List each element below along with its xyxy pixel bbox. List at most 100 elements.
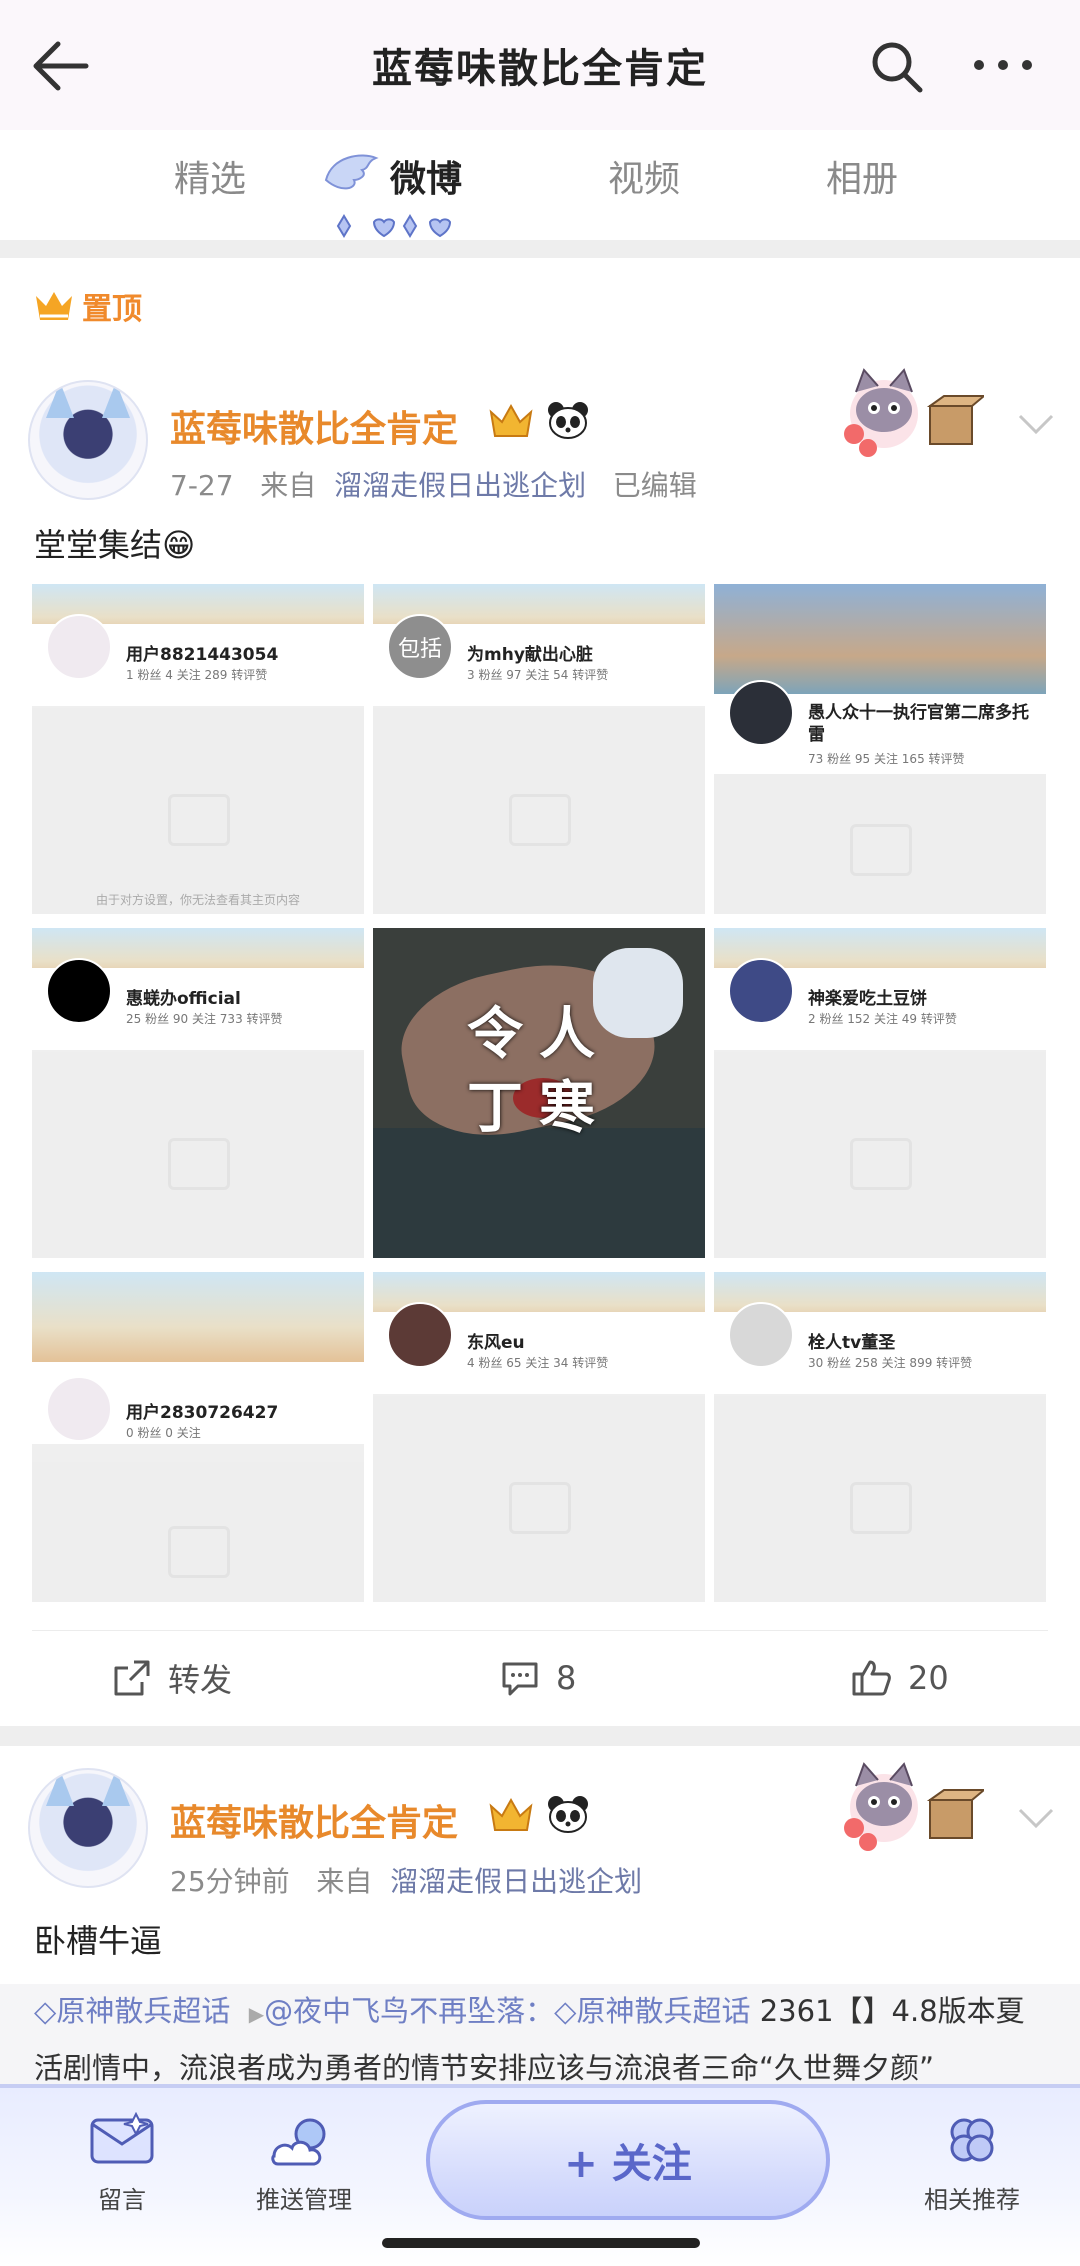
cell-username: 用户8821443054 (126, 645, 279, 665)
repost-button[interactable]: 转发 (112, 1648, 232, 1708)
cell-avatar (46, 958, 112, 1024)
placeholder-icon (850, 1138, 912, 1190)
cell-username: 愚人众十一执行官第二席多托雷 (808, 703, 1029, 745)
tab-albums[interactable]: 相册 (826, 150, 898, 202)
cell-note: 由于对方设置，你无法查看其主页内容 (95, 893, 300, 907)
like-button[interactable]: 20 (850, 1648, 949, 1708)
comment-icon (502, 1662, 538, 1696)
caption-line-2: 丁寒 (467, 1076, 611, 1141)
weather-cloud-icon (271, 2118, 326, 2166)
like-count: 20 (908, 1659, 949, 1697)
message-button[interactable]: 留言 (72, 2111, 172, 2215)
wing-icon (322, 150, 380, 200)
repost-user-link[interactable]: @夜中飞鸟不再坠落： (264, 1994, 554, 2028)
comment-count: 8 (556, 1659, 577, 1697)
cell-avatar (387, 1302, 453, 1368)
chevron-down-icon[interactable] (1016, 412, 1056, 436)
placeholder-icon (509, 1482, 571, 1534)
post-source[interactable]: 溜溜走假日出逃企划 (390, 1865, 642, 1898)
image-caption: 令人 丁寒 (373, 998, 705, 1146)
cell-avatar: 包括 (387, 614, 453, 680)
cat-sticker-icon (844, 1762, 984, 1851)
cell-avatar (728, 958, 794, 1024)
panda-icon (548, 1796, 588, 1833)
post-source[interactable]: 溜溜走假日出逃企划 (334, 469, 586, 502)
post-meta: 7-27 来自 溜溜走假日出逃企划 已编辑 (170, 464, 697, 504)
cell-username: 栓人tv董圣 (808, 1333, 896, 1353)
grid-image[interactable]: 神楽爱吃土豆饼 2 粉丝 152 关注 49 转评赞 (714, 928, 1046, 1258)
home-indicator[interactable] (382, 2238, 700, 2248)
cell-avatar (728, 680, 794, 746)
placeholder-icon (168, 794, 230, 846)
cell-stats: 73 粉丝 95 关注 165 转评赞 (808, 752, 965, 766)
related-recommendations-button[interactable]: 相关推荐 (904, 2112, 1040, 2215)
cell-stats: 1 粉丝 4 关注 289 转评赞 (126, 668, 268, 682)
comment-button[interactable]: 8 (500, 1648, 576, 1708)
search-icon[interactable] (868, 38, 924, 94)
cell-username: 神楽爱吃土豆饼 (808, 989, 927, 1009)
grid-image[interactable]: 惠蜣办official 25 粉丝 90 关注 733 转评赞 (32, 928, 364, 1258)
super-topic-link[interactable]: 原神散兵超话 (576, 1994, 750, 2028)
more-options-icon[interactable] (968, 40, 1038, 90)
cell-stats: 25 粉丝 90 关注 733 转评赞 (126, 1012, 283, 1026)
cell-stats: 30 粉丝 258 关注 899 转评赞 (808, 1356, 973, 1370)
thumbs-up-icon (852, 1660, 891, 1696)
placeholder-icon (509, 794, 571, 846)
post-author[interactable]: 蓝莓味散比全肯定 (170, 1794, 458, 1846)
placeholder-icon (850, 1482, 912, 1534)
crown-icon (36, 292, 72, 320)
grid-image[interactable]: 用户2830726427 0 粉丝 0 关注 (32, 1272, 364, 1602)
placeholder-icon (168, 1526, 230, 1578)
post-meta: 25分钟前 来自 溜溜走假日出逃企划 (170, 1860, 642, 1900)
cell-username: 东风eu (467, 1333, 525, 1353)
repost-content[interactable]: ◇原神散兵超话 ▶@夜中飞鸟不再坠落：◇原神散兵超话 2361【】4.8版本夏活… (0, 1984, 1080, 2094)
section-divider (0, 240, 1080, 258)
post-from-label: 来自 (260, 469, 317, 502)
chevron-down-icon[interactable] (1016, 1806, 1056, 1830)
vip-crown-icon (489, 1797, 533, 1831)
grid-image[interactable]: 令人 丁寒 (373, 928, 705, 1258)
repost-label: 转发 (168, 1661, 233, 1699)
caption-line-1: 令人 (467, 1002, 611, 1067)
post-author[interactable]: 蓝莓味散比全肯定 (170, 400, 458, 452)
follow-button[interactable]: + 关注 (426, 2100, 830, 2220)
avatar[interactable] (28, 380, 148, 500)
post-time: 25分钟前 (170, 1865, 290, 1898)
tab-weibo[interactable]: 微博 (390, 150, 462, 202)
cell-username: 为mhy献出心脏 (467, 645, 593, 665)
placeholder-icon (168, 1138, 230, 1190)
super-topic-link[interactable]: 原神散兵超话 (56, 1994, 230, 2028)
post-date: 7-27 (170, 469, 234, 502)
grid-image[interactable]: 东风eu 4 粉丝 65 关注 34 转评赞 (373, 1272, 705, 1602)
pinned-text: 置顶 (82, 292, 142, 327)
cell-stats: 0 粉丝 0 关注 (126, 1426, 201, 1440)
tab-underline-decoration (334, 214, 454, 238)
top-bar: 蓝莓味散比全肯定 (0, 0, 1080, 130)
arrow-icon: ▶ (248, 2002, 265, 2026)
cell-avatar (728, 1302, 794, 1368)
cell-stats: 4 粉丝 65 关注 34 转评赞 (467, 1356, 609, 1370)
edited-label: 已编辑 (612, 469, 697, 502)
cell-stats: 3 粉丝 97 关注 54 转评赞 (467, 668, 609, 682)
grid-image[interactable]: 栓人tv董圣 30 粉丝 258 关注 899 转评赞 (714, 1272, 1046, 1602)
push-settings-label: 推送管理 (256, 2186, 352, 2214)
tab-featured[interactable]: 精选 (174, 150, 246, 202)
section-divider (0, 1726, 1080, 1746)
back-arrow-icon[interactable] (28, 38, 92, 94)
placeholder-icon (850, 824, 912, 876)
related-label: 相关推荐 (924, 2186, 1020, 2214)
avatar[interactable] (28, 1768, 148, 1888)
post-from-label: 来自 (316, 1865, 373, 1898)
envelope-icon (90, 2111, 154, 2164)
tab-videos[interactable]: 视频 (608, 150, 680, 202)
profile-tabs: 精选 微博 视频 相册 (0, 130, 1080, 240)
push-settings-button[interactable]: 推送管理 (244, 2112, 364, 2215)
cell-avatar (46, 614, 112, 680)
topic-icon: ◇ (554, 1994, 577, 2028)
vip-crown-icon (489, 403, 533, 437)
grid-image[interactable]: 用户8821443054 1 粉丝 4 关注 289 转评赞 由于对方设置，你无… (32, 584, 364, 914)
clover-icon (950, 2118, 994, 2162)
image-grid: 用户8821443054 1 粉丝 4 关注 289 转评赞 由于对方设置，你无… (32, 584, 1046, 1602)
grid-image[interactable]: 包括 为mhy献出心脏 3 粉丝 97 关注 54 转评赞 (373, 584, 705, 914)
grid-image[interactable]: 愚人众十一执行官第二席多托雷 73 粉丝 95 关注 165 转评赞 (714, 584, 1046, 914)
